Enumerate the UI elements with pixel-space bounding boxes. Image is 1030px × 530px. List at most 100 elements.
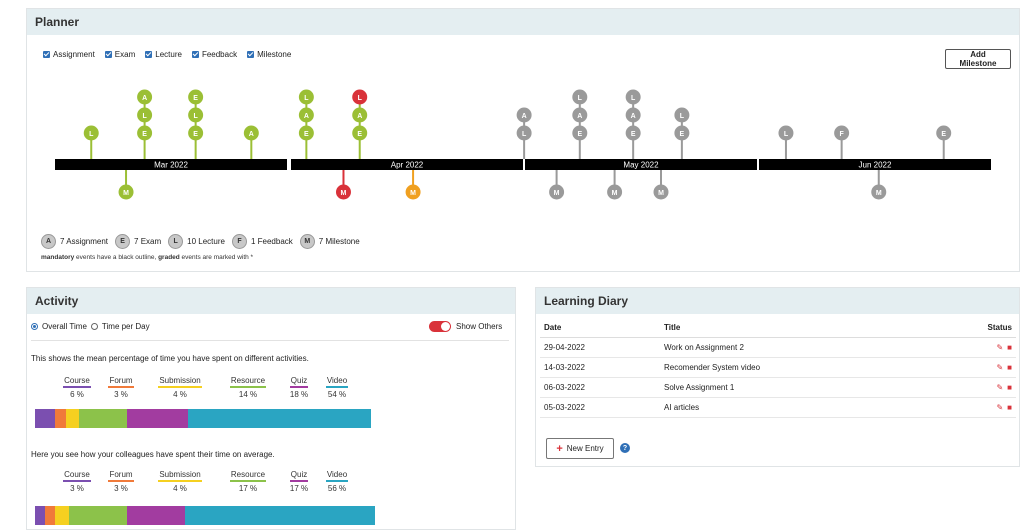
column-header-date: Date (540, 318, 660, 338)
others-activity-labels: Course 3 % Forum 3 % Submission 4 % Resource 17… (57, 470, 357, 493)
pencil-icon[interactable]: ✎ (996, 363, 1003, 372)
activity-category-percent: 3 % (114, 484, 128, 493)
time-mode-radios: Overall Time Time per Day (31, 322, 150, 331)
diary-entry-title: Solve Assignment 1 (660, 377, 932, 398)
activity-legend-video: Video 56 % (317, 470, 357, 493)
activity-legend-submission: Submission 4 % (145, 470, 215, 493)
diary-header-row: Date Title Status (540, 318, 1016, 338)
event-letter: M (341, 190, 347, 197)
diary-entry-title: Work on Assignment 2 (660, 337, 932, 358)
activity-title: Activity (27, 288, 515, 314)
activity-segment-course (35, 409, 56, 428)
activity-category-name: Resource (229, 470, 267, 482)
planner-panel: Planner Assignment Exam Lecture Feedback… (26, 8, 1020, 272)
show-others-label: Show Others (456, 322, 503, 331)
legend-lecture: L 10 Lecture (168, 234, 225, 249)
event-letter: M (876, 190, 882, 197)
you-activity-bar (35, 409, 371, 428)
activity-legend-course: Course 3 % (57, 470, 97, 493)
event-letter: A (631, 113, 636, 120)
trash-icon[interactable]: ■ (1007, 403, 1012, 412)
activity-legend-resource: Resource 17 % (215, 470, 281, 493)
event-letter: M (410, 190, 416, 197)
activity-legend-submission: Submission 4 % (145, 376, 215, 399)
trash-icon[interactable]: ■ (1007, 343, 1012, 352)
event-legend: A 7 Assignment E7 Exam L 10 Lecture F1 Fee… (41, 234, 360, 249)
activity-category-percent: 17 % (238, 484, 258, 493)
event-letter: L (784, 131, 789, 138)
activity-segment-submission (65, 409, 80, 428)
event-letter: L (578, 95, 583, 102)
activity-legend-resource: Resource 14 % (215, 376, 281, 399)
legend-exam: E7 Exam (115, 234, 161, 249)
activity-category-name: Video (325, 470, 349, 482)
activity-category-percent: 56 % (327, 484, 347, 493)
column-header-title: Title (660, 318, 932, 338)
activity-category-name: Submission (158, 376, 202, 388)
diary-status: ✎ ■ (931, 397, 1016, 418)
column-header-status: Status (931, 318, 1016, 338)
event-letter: L (304, 95, 309, 102)
radio-overall-label[interactable]: Overall Time (42, 322, 87, 331)
plus-icon: + (556, 442, 563, 455)
diary-date: 29-04-2022 (540, 337, 660, 358)
new-entry-button[interactable]: + New Entry (546, 438, 614, 459)
show-others-toggle-wrap: Show Others (429, 321, 502, 332)
event-letter: E (577, 131, 582, 138)
activity-category-name: Submission (158, 470, 202, 482)
pencil-icon[interactable]: ✎ (996, 403, 1003, 412)
month-label: Apr 2022 (391, 161, 424, 170)
activity-category-name: Course (63, 376, 91, 388)
legend-label: 7 Milestone (318, 237, 360, 246)
event-letter: L (631, 95, 636, 102)
event-letter: A (522, 113, 527, 120)
event-letter: L (522, 131, 527, 138)
activity-category-percent: 6 % (70, 390, 84, 399)
legend-circle-icon: F (231, 234, 247, 249)
activity-legend-forum: Forum 3 % (97, 470, 145, 493)
activity-category-percent: 3 % (70, 484, 84, 493)
trash-icon[interactable]: ■ (1007, 363, 1012, 372)
month-label: May 2022 (623, 161, 659, 170)
legend-label: 7 Exam (134, 237, 162, 246)
diary-status: ✎ ■ (931, 337, 1016, 358)
trash-icon[interactable]: ■ (1007, 383, 1012, 392)
event-letter: M (123, 190, 129, 197)
pencil-icon[interactable]: ✎ (996, 343, 1003, 352)
event-letter: E (193, 95, 198, 102)
diary-date: 05-03-2022 (540, 397, 660, 418)
radio-per-day-label[interactable]: Time per Day (102, 322, 150, 331)
legend-circle-icon: A (41, 234, 56, 249)
activity-category-percent: 54 % (327, 390, 347, 399)
diary-table: Date Title Status 29-04-2022 Work on Assi… (540, 318, 1016, 418)
pencil-icon[interactable]: ✎ (996, 383, 1003, 392)
event-letter: A (142, 95, 147, 102)
activity-legend-quiz: Quiz 18 % (281, 376, 317, 399)
show-others-toggle[interactable] (429, 321, 451, 332)
legend-note-text: events have a black outline, (74, 254, 159, 261)
legend-label: 7 Assignment (60, 237, 109, 246)
event-letter: A (577, 113, 582, 120)
activity-segment-course (35, 506, 46, 525)
diary-entry-title: Recomender System video (660, 357, 932, 378)
others-description: Here you see how your colleagues have sp… (31, 450, 275, 459)
legend-note-graded: graded (158, 254, 180, 261)
legend-circle-icon: M (299, 234, 315, 249)
event-letter: F (839, 131, 844, 138)
diary-date: 06-03-2022 (540, 377, 660, 398)
activity-segment-resource (79, 409, 127, 428)
activity-category-name: Resource (229, 376, 267, 388)
activity-segment-resource (68, 506, 127, 525)
event-letter: L (680, 113, 685, 120)
radio-time-per-day[interactable] (90, 323, 98, 330)
activity-category-name: Course (63, 470, 91, 482)
event-letter: M (612, 190, 618, 197)
event-letter: E (357, 131, 362, 138)
event-letter: A (357, 113, 362, 120)
help-icon[interactable]: ? (620, 443, 630, 453)
event-letter: E (680, 131, 685, 138)
legend-circle-icon: E (115, 234, 131, 249)
event-letter: L (193, 113, 198, 120)
radio-overall-time[interactable] (31, 323, 38, 330)
learning-diary-panel: Learning Diary Date Title Status 29-04-2… (535, 287, 1020, 467)
